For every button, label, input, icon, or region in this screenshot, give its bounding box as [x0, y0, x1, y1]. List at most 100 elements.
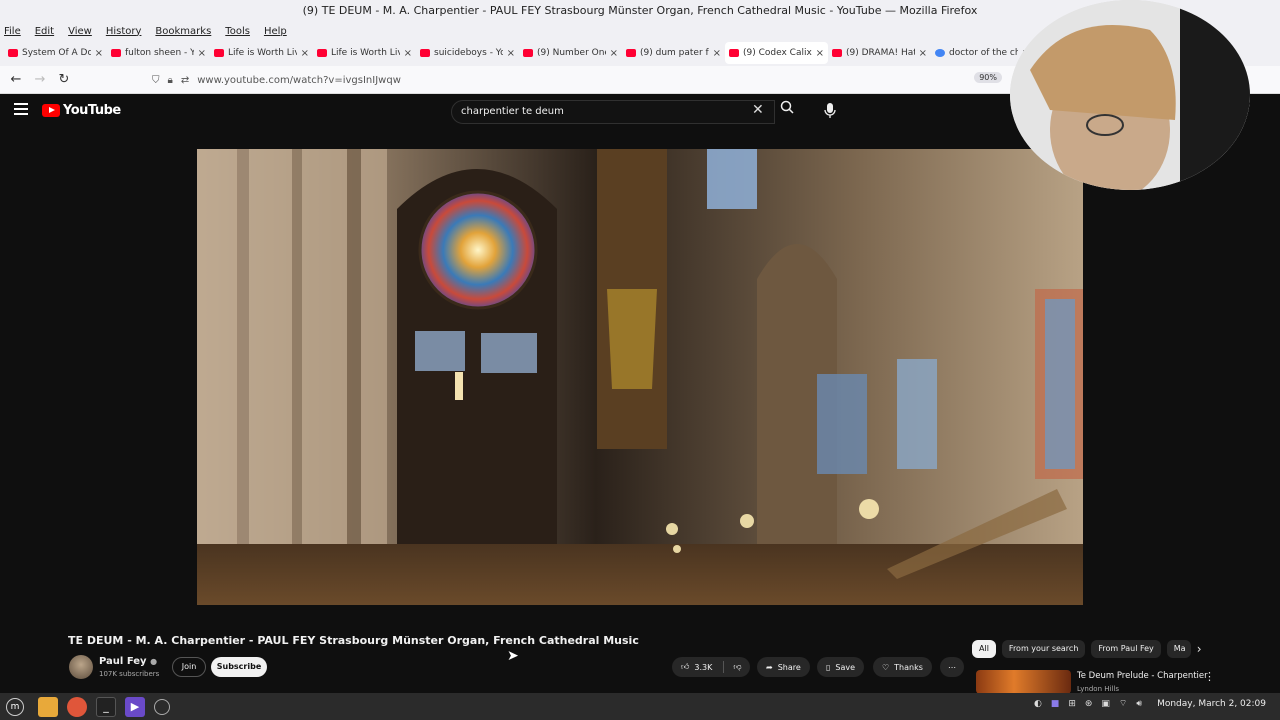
menu-view[interactable]: View — [68, 26, 92, 37]
close-tab-icon[interactable]: × — [507, 48, 515, 59]
youtube-icon — [729, 49, 739, 57]
chip-from-your-search[interactable]: From your search — [1001, 640, 1086, 658]
network-icon[interactable]: ⌔ — [1119, 698, 1127, 709]
tab-label: System Of A Do — [22, 48, 91, 58]
channel-name-text[interactable]: Paul Fey — [99, 656, 147, 667]
bookmark-icon: ▯ — [826, 662, 831, 672]
url-bar[interactable]: ⛉ 🔒︎ ⇄ www.youtube.com/watch?v=ivgsInIJw… — [152, 69, 1022, 91]
chip-all[interactable]: All — [972, 640, 996, 658]
video-frame-cathedral — [197, 149, 1083, 605]
channel-name[interactable]: Paul Fey ● — [99, 656, 157, 667]
more-actions-icon[interactable]: ⋯ — [940, 657, 964, 677]
firefox-icon[interactable] — [67, 696, 87, 717]
tab-label: (9) Number One — [537, 48, 606, 58]
forward-icon[interactable]: → — [28, 68, 52, 92]
close-tab-icon[interactable]: × — [610, 48, 618, 59]
close-tab-icon[interactable]: × — [816, 48, 824, 59]
clock[interactable]: Monday, March 2, 02:09 — [1157, 699, 1266, 709]
youtube-logo[interactable]: YouTube — [42, 103, 121, 118]
recommended-video-thumbnail[interactable] — [976, 670, 1071, 694]
tray-app-icon[interactable]: ⊞ — [1068, 699, 1076, 709]
menu-bookmarks[interactable]: Bookmarks — [155, 26, 211, 37]
shield-icon[interactable]: ⛉ — [152, 75, 160, 86]
reload-icon[interactable]: ↻ — [52, 68, 76, 92]
recommended-video-channel: Lyndon Hills — [1077, 685, 1119, 693]
webcam-overlay — [1010, 0, 1250, 190]
back-icon[interactable]: ← — [4, 68, 28, 92]
thumbs-down-icon[interactable]: 👎︎ — [733, 662, 741, 672]
terminal-icon[interactable]: _ — [96, 696, 116, 717]
filter-chips: All From your search From Paul Fey Ma › — [972, 640, 1202, 658]
browser-tab[interactable]: (9) DRAMA! Hat × — [828, 42, 931, 64]
menu-file[interactable]: File — [4, 26, 21, 37]
browser-tab[interactable]: fulton sheen - Yo × — [107, 42, 210, 64]
subscribe-button[interactable]: Subscribe — [211, 657, 267, 677]
webcam-person-image — [1010, 0, 1250, 190]
more-options-icon[interactable]: ⋮ — [1204, 670, 1215, 683]
tray-app-icon[interactable]: ▣ — [1101, 699, 1110, 709]
tab-label: Life is Worth Liv — [228, 48, 297, 58]
browser-tab[interactable]: Life is Worth Liv × — [313, 42, 416, 64]
system-tray: ◐ ■ ⊞ ⊛ ▣ ⌔ 🔊︎ Monday, March 2, 02:09 — [1034, 698, 1266, 710]
youtube-icon — [214, 49, 224, 57]
start-menu-icon[interactable]: m — [6, 697, 24, 716]
clear-search-icon[interactable]: ✕ — [752, 102, 764, 118]
tray-app-icon[interactable]: ■ — [1051, 699, 1060, 709]
thumbs-up-icon: 👍︎ — [681, 662, 690, 671]
tab-label: Life is Worth Liv — [331, 48, 400, 58]
youtube-icon — [523, 49, 533, 57]
chip-from-paul-fey[interactable]: From Paul Fey — [1091, 640, 1161, 658]
lock-icon[interactable]: 🔒︎ — [168, 75, 173, 86]
tab-label: (9) Codex Calixt — [743, 48, 812, 58]
media-player-icon[interactable]: ▶ — [125, 696, 145, 717]
close-tab-icon[interactable]: × — [301, 48, 309, 59]
browser-tab[interactable]: (9) dum pater fa × — [622, 42, 725, 64]
close-tab-icon[interactable]: × — [919, 48, 927, 59]
browser-tab[interactable]: suicideboys - Yo × — [416, 42, 519, 64]
video-player[interactable] — [197, 149, 1083, 605]
tab-label: (9) dum pater fa — [640, 48, 709, 58]
close-tab-icon[interactable]: × — [404, 48, 412, 59]
close-tab-icon[interactable]: × — [95, 48, 103, 59]
browser-tab-active[interactable]: (9) Codex Calixt × — [725, 42, 828, 64]
browser-tab[interactable]: (9) Number One × — [519, 42, 622, 64]
youtube-icon — [111, 49, 121, 57]
tab-label: suicideboys - Yo — [434, 48, 503, 58]
search-icon[interactable] — [780, 100, 800, 122]
chevron-right-icon[interactable]: › — [1197, 640, 1202, 658]
menu-history[interactable]: History — [106, 26, 142, 37]
search-input[interactable]: charpentier te deum — [451, 100, 775, 124]
browser-tab[interactable]: System Of A Do × — [4, 42, 107, 64]
menu-tools[interactable]: Tools — [225, 26, 250, 37]
share-button[interactable]: ➦ Share — [757, 657, 810, 677]
permissions-icon[interactable]: ⇄ — [181, 75, 189, 86]
like-button[interactable]: 👍︎ 3.3K 👎︎ — [672, 657, 751, 677]
close-tab-icon[interactable]: × — [713, 48, 721, 59]
menu-help[interactable]: Help — [264, 26, 287, 37]
thanks-button[interactable]: ♡ Thanks — [873, 657, 932, 677]
tray-app-icon[interactable]: ⊛ — [1085, 699, 1093, 709]
share-label: Share — [777, 662, 801, 672]
youtube-icon — [626, 49, 636, 57]
save-button[interactable]: ▯ Save — [817, 657, 865, 677]
volume-icon[interactable]: 🔊︎ — [1136, 699, 1142, 709]
url-text[interactable]: www.youtube.com/watch?v=ivgsInIJwqw — [197, 75, 401, 86]
menu-edit[interactable]: Edit — [35, 26, 54, 37]
browser-tab[interactable]: Life is Worth Liv × — [210, 42, 313, 64]
microphone-icon[interactable] — [820, 99, 840, 123]
video-title: TE DEUM - M. A. Charpentier - PAUL FEY S… — [68, 634, 639, 647]
folder-icon[interactable] — [38, 696, 58, 717]
menu-icon[interactable] — [14, 103, 28, 115]
verified-icon: ● — [150, 657, 158, 666]
app-icon[interactable] — [154, 698, 170, 715]
recommended-video-title[interactable]: Te Deum Prelude - Charpentier — [1077, 671, 1208, 681]
join-button[interactable]: Join — [172, 657, 206, 677]
tab-label: (9) DRAMA! Hat — [846, 48, 915, 58]
youtube-icon — [8, 49, 18, 57]
zoom-level[interactable]: 90% — [974, 72, 1002, 83]
close-tab-icon[interactable]: × — [198, 48, 206, 59]
chip-more[interactable]: Ma — [1166, 640, 1191, 658]
channel-avatar[interactable] — [69, 655, 93, 679]
tray-app-icon[interactable]: ◐ — [1034, 699, 1042, 709]
subscriber-count: 107K subscribers — [99, 670, 160, 678]
